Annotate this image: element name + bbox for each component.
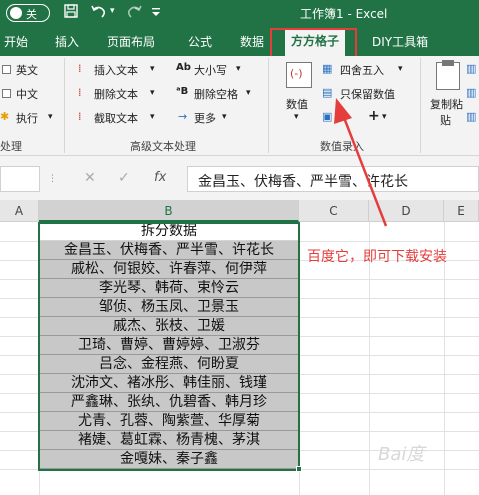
excel-window: 关 ▾ 工作簿1 - Excel 开始 插入 页面布局 公式 数据 方方格子 D… <box>0 0 479 495</box>
annotation-text: 百度它，即可下载安装 <box>307 249 447 265</box>
watermark-icon: Bai度 <box>378 444 425 465</box>
